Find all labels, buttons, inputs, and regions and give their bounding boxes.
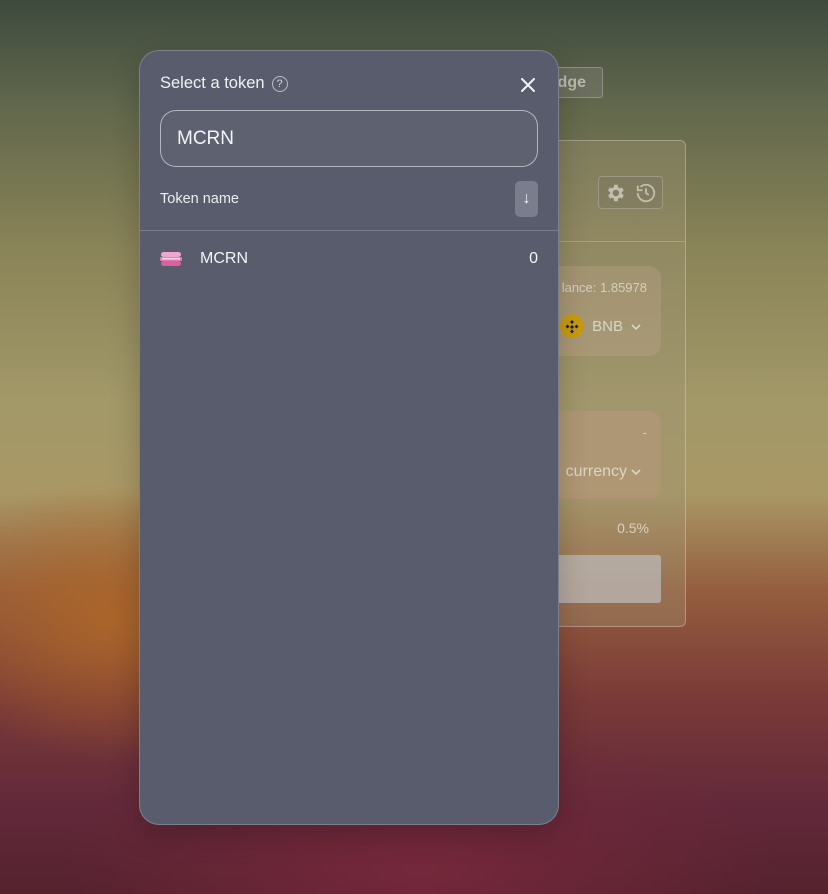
from-panel: lance: 1.85978 BNB bbox=[541, 266, 661, 356]
from-token-button[interactable]: BNB bbox=[560, 314, 641, 338]
sort-arrow-icon: ↓ bbox=[522, 190, 531, 207]
balance-text: lance: 1.85978 bbox=[561, 280, 647, 295]
bridge-button-label: dge bbox=[557, 73, 586, 91]
card-icon-group bbox=[598, 176, 663, 209]
chevron-down-icon bbox=[631, 318, 641, 335]
modal-header: Select a token ? bbox=[160, 74, 288, 93]
sort-toggle-button[interactable]: ↓ bbox=[515, 181, 538, 217]
to-token-button[interactable]: currency bbox=[566, 463, 641, 481]
token-search[interactable] bbox=[160, 110, 538, 167]
history-icon[interactable] bbox=[631, 177, 663, 208]
token-symbol: MCRN bbox=[200, 250, 248, 267]
token-balance: 0 bbox=[529, 250, 538, 267]
gear-icon[interactable] bbox=[599, 177, 631, 208]
chevron-down-icon bbox=[631, 463, 641, 481]
token-name-column-header: Token name bbox=[160, 191, 239, 207]
modal-title: Select a token bbox=[160, 74, 265, 92]
mcrn-token-icon bbox=[160, 250, 182, 268]
close-icon bbox=[521, 78, 535, 92]
token-search-input[interactable] bbox=[161, 111, 537, 166]
to-token-label: currency bbox=[565, 463, 627, 480]
slippage-value: 0.5% bbox=[617, 520, 649, 536]
token-list-item[interactable]: MCRN 0 bbox=[160, 247, 538, 271]
to-panel: - currency bbox=[541, 411, 661, 499]
select-token-modal: Select a token ? Token name ↓ MCRN 0 bbox=[139, 50, 559, 825]
list-divider bbox=[140, 230, 558, 231]
close-button[interactable] bbox=[516, 73, 540, 97]
bnb-icon bbox=[560, 314, 585, 338]
from-token-symbol: BNB bbox=[592, 317, 623, 335]
help-icon[interactable]: ? bbox=[271, 75, 288, 92]
to-balance-text: - bbox=[642, 425, 647, 440]
swap-action-button[interactable] bbox=[541, 555, 661, 603]
